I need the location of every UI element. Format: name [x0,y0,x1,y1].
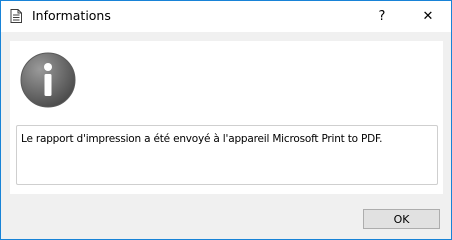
title-bar[interactable]: Informations ? ✕ [1,1,451,32]
info-icon [20,52,76,108]
content-panel: Le rapport d'impression a été envoyé à l… [10,41,443,194]
close-button[interactable]: ✕ [405,1,451,32]
document-icon [10,9,22,23]
dialog-window: Informations ? ✕ Le rapport d'impression… [0,0,452,240]
message-text: Le rapport d'impression a été envoyé à l… [21,133,383,145]
ok-button[interactable]: OK [363,209,440,229]
help-button[interactable]: ? [359,1,405,32]
message-box: Le rapport d'impression a été envoyé à l… [16,125,438,185]
window-title: Informations [32,8,111,23]
